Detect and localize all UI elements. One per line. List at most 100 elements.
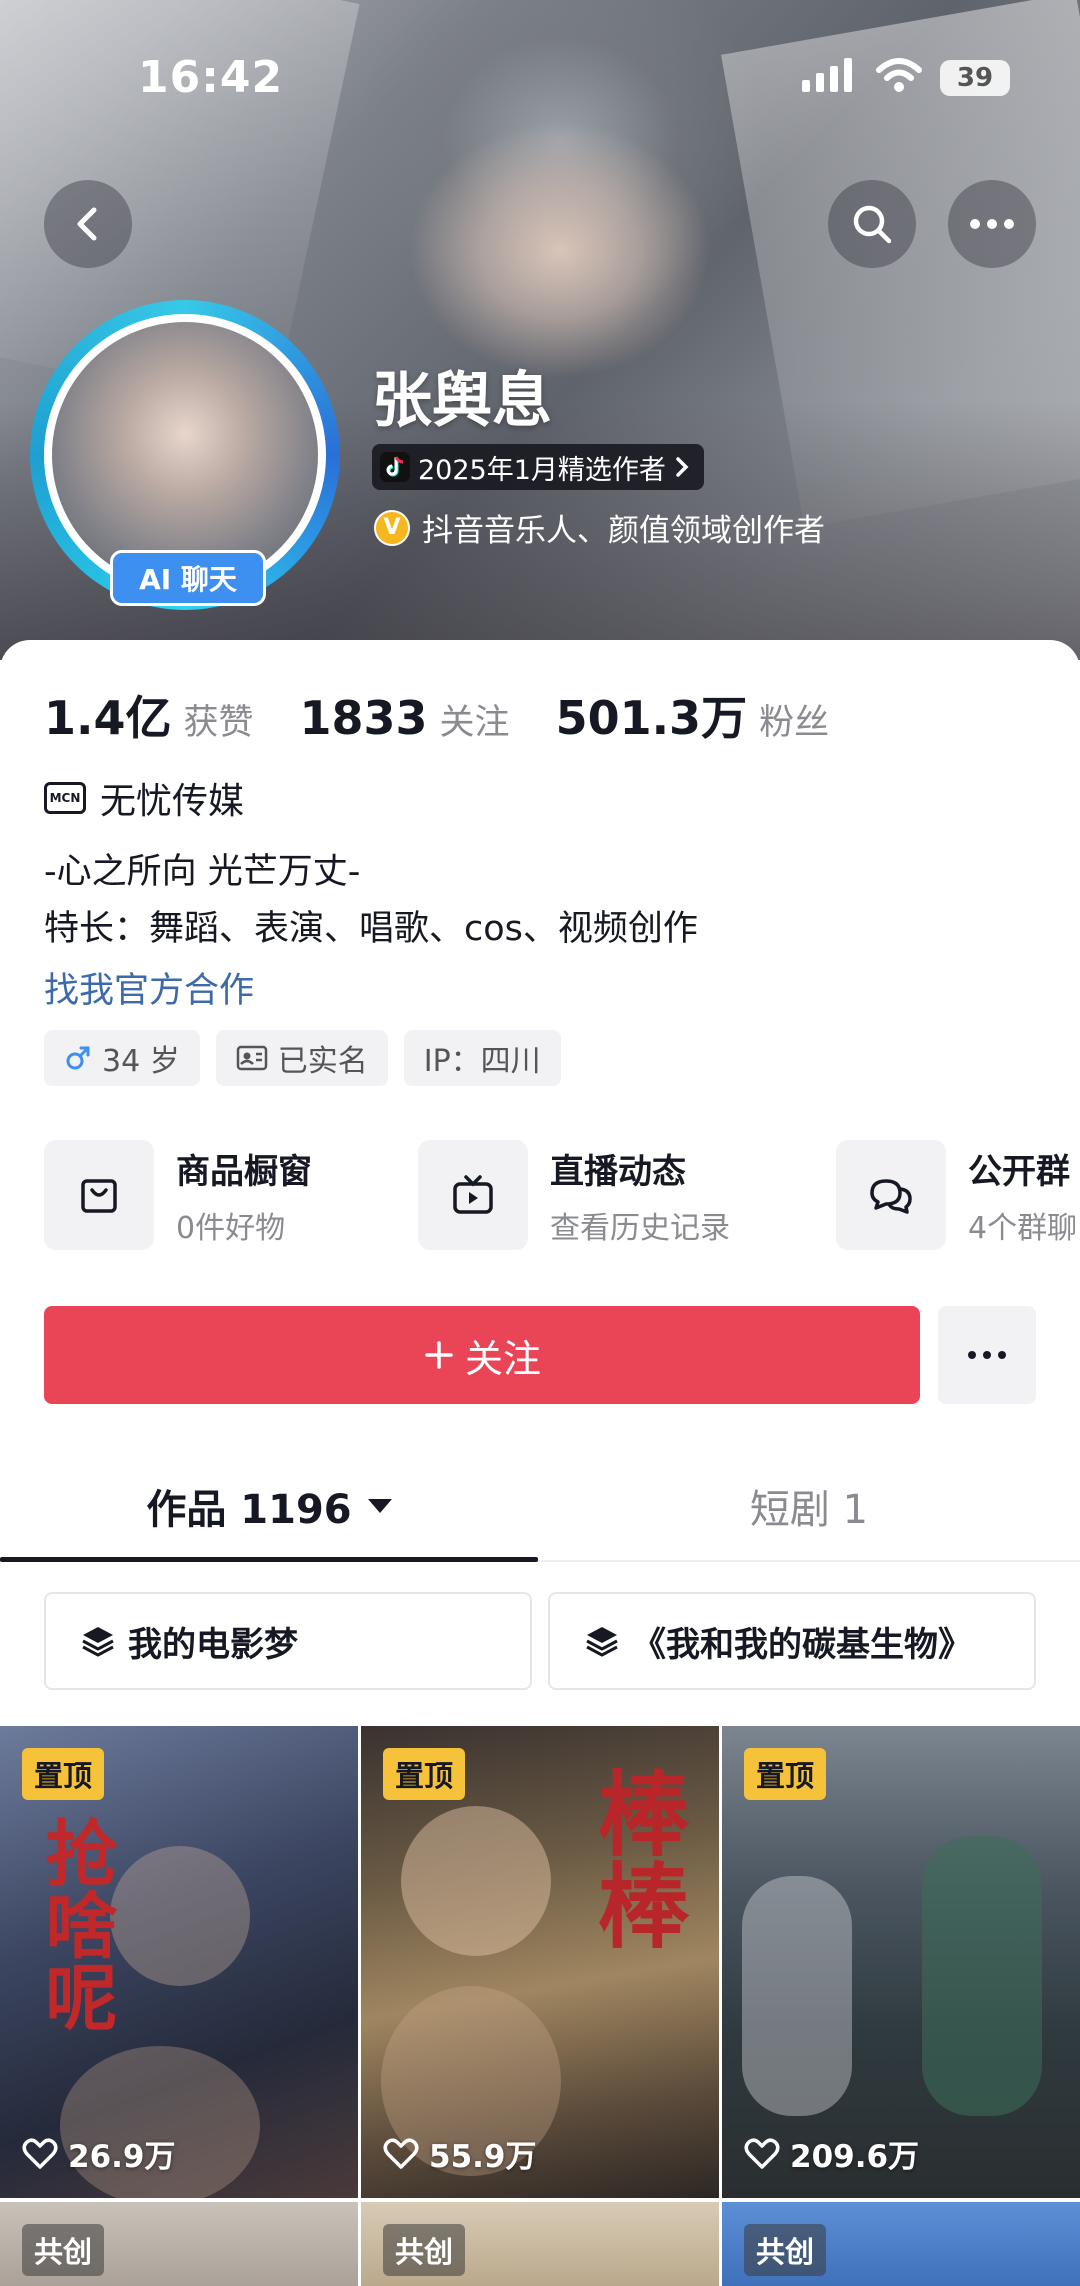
poster-title: 抢啥呢: [33, 1816, 118, 2032]
verification-line: V 抖音音乐人、颜值领域创作者: [374, 505, 825, 550]
bio-line: 特长：舞蹈、表演、唱歌、cos、视频创作: [44, 909, 698, 949]
shopping-bag-icon: [44, 1140, 154, 1250]
mcn-name: 无忧传媒: [100, 781, 245, 822]
thumbnail-figure: [401, 1806, 551, 1956]
chevron-left-icon: [77, 207, 97, 241]
official-cooperation-link[interactable]: 找我官方合作: [44, 962, 254, 1013]
stat-label: 获赞: [183, 703, 254, 743]
caret-down-icon: [367, 1499, 392, 1513]
collection-label: 《我和我的碳基生物》: [632, 1624, 972, 1665]
heart-icon: [22, 2138, 58, 2169]
thumbnail-figure: [742, 1876, 852, 2116]
video-thumbnail[interactable]: 共创: [722, 2202, 1080, 2286]
more-dots-icon: [968, 1351, 1006, 1359]
tv-icon: [418, 1140, 528, 1250]
mcn-row[interactable]: MCN 无忧传媒: [44, 772, 244, 824]
layers-icon: [82, 1627, 114, 1657]
profile-tags: 34 岁 已实名 IP：四川: [44, 1030, 561, 1086]
wifi-icon: [876, 58, 922, 98]
like-count: 209.6万: [744, 2131, 919, 2176]
poster-title: 棒棒: [582, 1766, 690, 1950]
chat-bubbles-icon: [836, 1140, 946, 1250]
like-count-text: 55.9万: [429, 2139, 537, 2175]
pinned-badge: 置顶: [383, 1748, 466, 1800]
status-icons: 39: [802, 58, 1010, 98]
feature-row: 商品橱窗 0件好物 直播动态 查看历史记录 公开群 4个群聊: [44, 1140, 1080, 1252]
live-activity-entry[interactable]: 直播动态 查看历史记录: [418, 1140, 730, 1250]
feature-subtitle: 查看历史记录: [550, 1210, 730, 1246]
co-create-badge: 共创: [383, 2224, 466, 2276]
video-thumbnail[interactable]: 共创: [0, 2202, 358, 2286]
shop-window-entry[interactable]: 商品橱窗 0件好物: [44, 1140, 312, 1250]
stats-row: 1.4亿 获赞 1833 关注 501.3万 粉丝: [44, 682, 875, 748]
content-tabs: 作品 1196 短剧 1: [0, 1452, 1080, 1562]
stat-likes[interactable]: 1.4亿 获赞: [44, 682, 254, 748]
more-options-button[interactable]: [948, 180, 1036, 268]
pinned-badge: 置顶: [744, 1748, 827, 1800]
ai-chat-chip[interactable]: AI 聊天: [110, 550, 266, 606]
stat-followers[interactable]: 501.3万 粉丝: [556, 682, 830, 748]
stat-following[interactable]: 1833 关注: [300, 691, 510, 745]
public-group-entry[interactable]: 公开群 4个群聊: [836, 1140, 1077, 1250]
follow-label: 关注: [464, 1336, 541, 1381]
age-text: 34 岁: [102, 1044, 180, 1079]
collection-chip[interactable]: 《我和我的碳基生物》: [548, 1592, 1036, 1690]
stat-value: 501.3万: [555, 691, 748, 745]
more-dots-icon: [970, 219, 1014, 229]
co-create-badge: 共创: [22, 2224, 105, 2276]
bio: -心之所向 光芒万丈- 特长：舞蹈、表演、唱歌、cos、视频创作: [44, 844, 698, 958]
follow-more-button[interactable]: [938, 1306, 1036, 1404]
tab-short-drama[interactable]: 短剧 1: [538, 1452, 1080, 1560]
chevron-right-icon: [676, 457, 689, 477]
co-create-badge: 共创: [744, 2224, 827, 2276]
stat-label: 粉丝: [759, 703, 830, 743]
ai-chat-label: AI 聊天: [139, 563, 237, 596]
collections-row: 我的电影梦 《我和我的碳基生物》: [44, 1592, 1036, 1690]
mcn-icon: MCN: [44, 782, 86, 814]
search-button[interactable]: [828, 180, 916, 268]
feature-subtitle: 0件好物: [176, 1210, 286, 1246]
feature-title: 公开群: [968, 1151, 1070, 1192]
back-button[interactable]: [44, 180, 132, 268]
status-bar: 16:42 39: [0, 0, 1080, 150]
thumbnail-figure: [110, 1846, 250, 1986]
layers-icon: [586, 1627, 618, 1657]
tab-works-label: 作品 1196: [146, 1487, 352, 1533]
feature-subtitle: 4个群聊: [968, 1210, 1078, 1246]
featured-badge-label: 2025年1月精选作者: [418, 454, 666, 486]
battery-icon: 39: [940, 60, 1010, 96]
tab-works[interactable]: 作品 1196: [0, 1452, 538, 1560]
stat-value: 1.4亿: [44, 691, 172, 745]
like-count: 26.9万: [22, 2131, 176, 2176]
id-card-icon: [236, 1045, 267, 1071]
heart-icon: [383, 2138, 419, 2169]
feature-title: 商品橱窗: [176, 1151, 312, 1192]
follow-button[interactable]: 关注: [44, 1306, 920, 1404]
real-name-tag: 已实名: [215, 1030, 388, 1086]
collection-chip[interactable]: 我的电影梦: [44, 1592, 532, 1690]
like-count-text: 26.9万: [68, 2139, 176, 2175]
ip-text: IP：四川: [423, 1044, 541, 1079]
video-thumbnail[interactable]: 置顶 209.6万: [722, 1726, 1080, 2198]
pinned-badge: 置顶: [22, 1748, 105, 1800]
male-icon: [66, 1046, 90, 1070]
ip-location-tag: IP：四川: [403, 1030, 561, 1086]
feature-title: 直播动态: [550, 1151, 686, 1192]
video-thumbnail[interactable]: 共创: [361, 2202, 719, 2286]
gender-age-tag: 34 岁: [44, 1030, 200, 1086]
verification-text: 抖音音乐人、颜值领域创作者: [422, 513, 825, 549]
collection-label: 我的电影梦: [128, 1624, 298, 1665]
status-time: 16:42: [138, 52, 284, 103]
heart-icon: [744, 2138, 780, 2169]
video-thumbnail[interactable]: 棒棒 置顶 55.9万: [361, 1726, 719, 2198]
featured-author-badge[interactable]: 2025年1月精选作者: [372, 444, 704, 490]
video-thumbnail[interactable]: 抢啥呢 置顶 26.9万: [0, 1726, 358, 2198]
active-tab-indicator: [0, 1557, 538, 1562]
bio-line: -心之所向 光芒万丈-: [44, 852, 361, 892]
plus-icon: [425, 1341, 453, 1369]
avatar[interactable]: AI 聊天: [30, 300, 340, 610]
signal-icon: [802, 58, 858, 98]
like-count-text: 209.6万: [790, 2139, 920, 2175]
profile-name: 张舆息: [372, 366, 552, 436]
stat-label: 关注: [439, 703, 510, 743]
